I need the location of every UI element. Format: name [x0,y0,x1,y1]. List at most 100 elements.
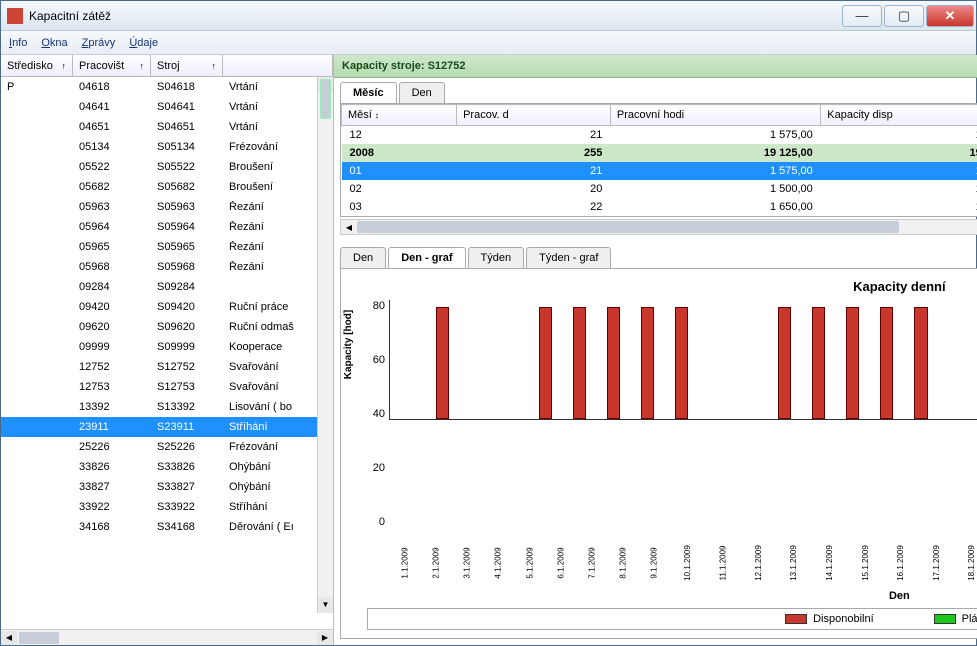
left-col-header[interactable]: Středisko↑ [1,55,73,76]
cell: 05968 [73,261,151,273]
y-axis-label: Kapacity [hod] [343,310,354,379]
table-row[interactable]: 05682S05682Broušení [1,177,333,197]
bar-column [563,300,596,419]
scroll-left-icon[interactable]: ◀ [1,631,17,645]
scroll-thumb[interactable] [357,221,899,233]
y-tick: 60 [373,354,385,366]
table-row[interactable]: 05134S05134Frézování [1,137,333,157]
cell: 20 [457,180,611,198]
cell: 22 [457,198,611,216]
table-hscrollbar[interactable]: ◀ ▶ [340,219,977,235]
table-row[interactable]: 34168S34168Děrování ( Eı [1,517,333,537]
table-row[interactable]: P04618S04618Vrtání [1,77,333,97]
minimize-button[interactable]: — [842,5,882,27]
table-row[interactable]: 09284S09284 [1,277,333,297]
table-row[interactable]: 25226S25226Frézování [1,437,333,457]
cell: 1 500,00 [610,180,820,198]
bar-column [973,300,977,419]
tab-den[interactable]: Den [340,247,386,268]
content: Středisko↑Pracovišt↑Stroj↑ P04618S04618V… [1,55,976,645]
tab-den[interactable]: Den [399,82,445,103]
cell: S04641 [151,101,223,113]
maximize-button[interactable]: ▢ [884,5,924,27]
cell: 1 575,00 [610,126,820,145]
bar-column [870,300,903,419]
table-row[interactable]: 03221 650,001 650,004,251 462,000, [342,198,977,216]
left-col-header[interactable]: Stroj↑ [151,55,223,76]
tab-den---graf[interactable]: Den - graf [388,247,465,268]
table-row[interactable]: 04651S04651Vrtání [1,117,333,137]
table-row[interactable]: 05968S05968Řezání [1,257,333,277]
scroll-down-icon[interactable]: ▼ [318,597,333,613]
cell: S04651 [151,121,223,133]
legend-label: Plánované [962,613,977,625]
table-row[interactable]: 33827S33827Ohýbání [1,477,333,497]
x-axis-title: Den [347,590,977,602]
cell: 33827 [73,481,151,493]
capacity-table[interactable]: Měsí ↕Pracov. dPracovní hodiKapacity dis… [341,104,977,216]
table-row[interactable]: 09420S09420Ruční práce [1,297,333,317]
table-row[interactable]: 12753S12753Svařování [1,377,333,397]
cell: 12 [342,126,457,145]
col-header[interactable]: Měsí ↕ [342,105,457,126]
tab-měsíc[interactable]: Měsíc [340,82,397,103]
col-header[interactable]: Pracovní hodi [610,105,820,126]
left-grid-header: Středisko↑Pracovišt↑Stroj↑ [1,55,333,77]
table-row[interactable]: 04641S04641Vrtání [1,97,333,117]
table-row[interactable]: 33922S33922Stříhání [1,497,333,517]
menu-udaje[interactable]: Údaje [129,37,158,49]
cell: 05963 [73,201,151,213]
cell: S09284 [151,281,223,293]
cell: 04651 [73,121,151,133]
bar [641,307,654,419]
menu-okna[interactable]: Okna [41,37,67,49]
left-grid[interactable]: P04618S04618Vrtání04641S04641Vrtání04651… [1,77,333,629]
menu-info[interactable]: Info [9,37,27,49]
tab-týden---graf[interactable]: Týden - graf [526,247,611,268]
legend-item: Disponobilní [785,613,874,625]
table-row[interactable]: 02201 500,001 500,008,671 041,150, [342,180,977,198]
scroll-thumb[interactable] [320,79,331,119]
col-header[interactable]: Kapacity disp [821,105,977,126]
table-row[interactable]: 09999S09999Kooperace [1,337,333,357]
bar-column [392,300,425,419]
cell: 12752 [73,361,151,373]
left-col-header[interactable]: Pracovišt↑ [73,55,151,76]
table-row[interactable]: 13392S13392Lisování ( bo [1,397,333,417]
cell: S09420 [151,301,223,313]
table-row[interactable]: 23911S23911Stříhání [1,417,333,437]
top-tab-body: Měsí ↕Pracov. dPracovní hodiKapacity dis… [340,103,977,217]
col-header[interactable]: Pracov. d [457,105,611,126]
left-hscrollbar[interactable]: ◀ ▶ [1,629,333,645]
table-row[interactable]: 01211 575,001 575,0079,18831,760, [342,162,977,180]
table-row[interactable]: 12752S12752Svařování [1,357,333,377]
scroll-right-icon[interactable]: ▶ [317,631,333,645]
close-button[interactable]: ✕ [926,5,974,27]
left-vscrollbar[interactable]: ▲ ▼ [317,77,333,613]
table-row[interactable]: 09620S09620Ruční odmaš [1,317,333,337]
cell: S09620 [151,321,223,333]
bar-column [802,300,835,419]
cell: S33827 [151,481,223,493]
legend-item: Plánované [934,613,977,625]
table-row[interactable]: 05965S05965Řezání [1,237,333,257]
table-row[interactable]: 05522S05522Broušení [1,157,333,177]
scroll-left-icon[interactable]: ◀ [341,223,357,232]
table-row[interactable]: 05964S05964Řezání [1,217,333,237]
cell: 1 650,00 [821,198,977,216]
menu-zpravy[interactable]: Zprávy [82,37,116,49]
table-row[interactable]: 05963S05963Řezání [1,197,333,217]
scroll-thumb[interactable] [19,632,59,644]
cell: 1 575,00 [821,162,977,180]
tab-týden[interactable]: Týden [468,247,525,268]
cell: 34168 [73,521,151,533]
bar [880,307,893,419]
cell: 12753 [73,381,151,393]
bar-column [699,300,732,419]
menubar: Info Okna Zprávy Údaje [1,31,976,55]
table-row[interactable]: 12211 575,001 575,0039,22728,260, [342,126,977,145]
cell: 05134 [73,141,151,153]
left-col-header[interactable] [223,55,333,76]
table-row[interactable]: 33826S33826Ohýbání [1,457,333,477]
table-row[interactable]: 200825519 125,0019 125,0087,6919 636,470… [342,144,977,162]
